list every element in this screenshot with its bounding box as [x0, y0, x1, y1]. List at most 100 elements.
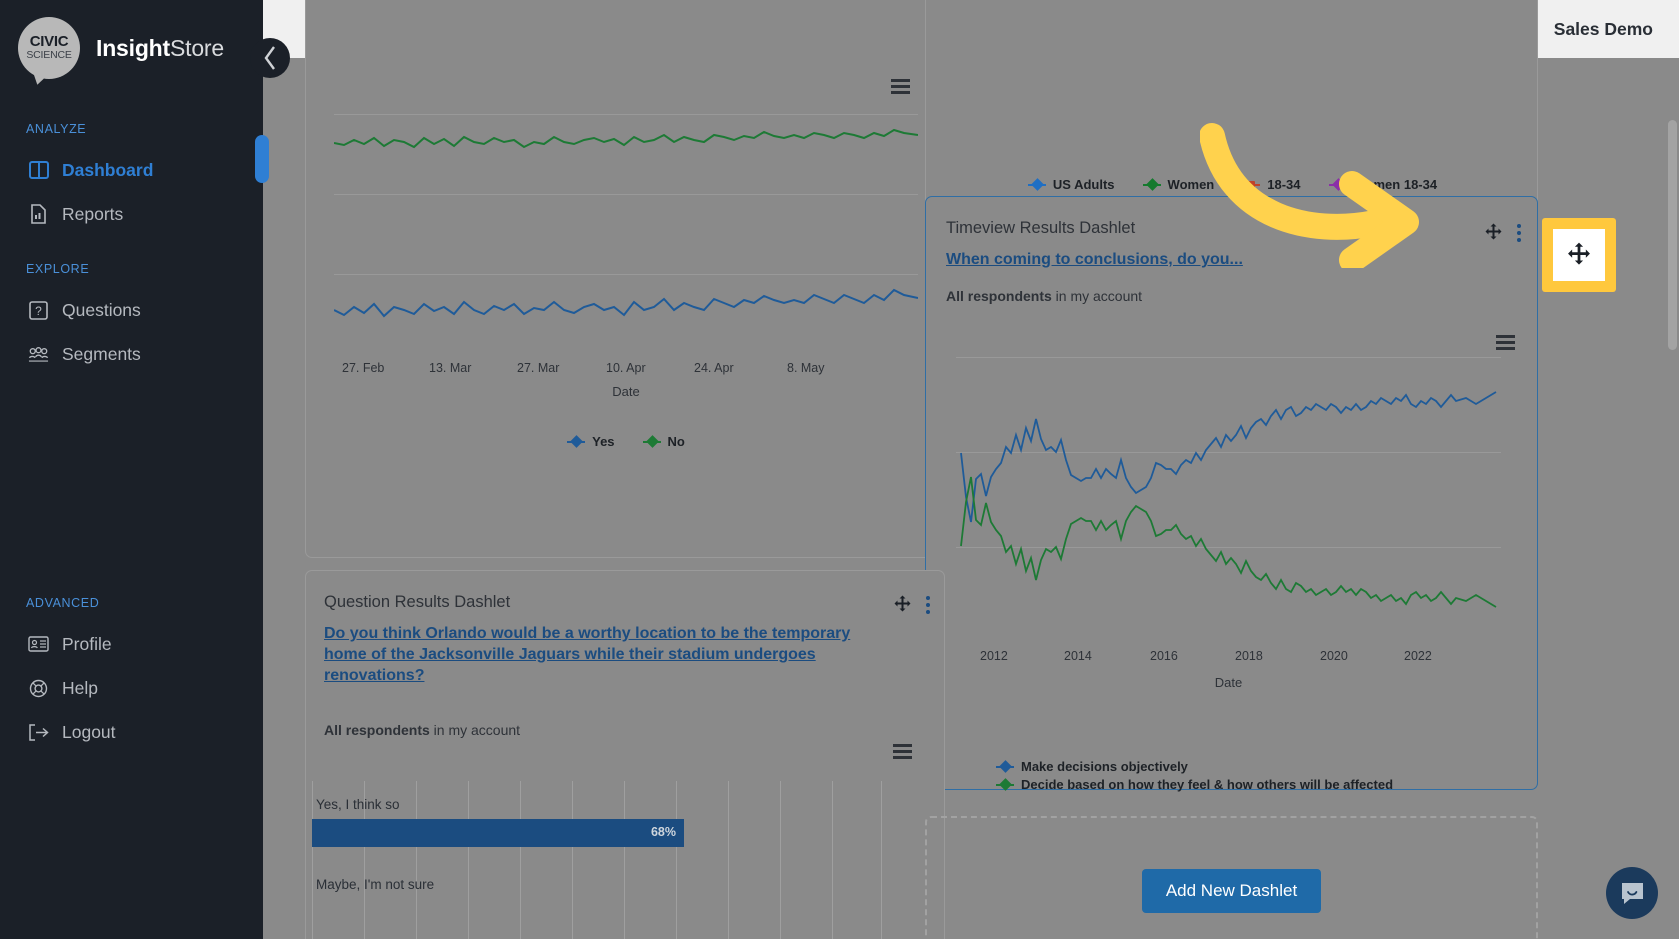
chart-context-menu-button[interactable]: [891, 79, 910, 94]
dashlet-title: Question Results Dashlet: [324, 593, 511, 611]
move-drag-icon[interactable]: [1566, 242, 1592, 268]
civicscience-logo-icon: CIVIC SCIENCE: [18, 17, 80, 79]
x-tick: 2018: [1235, 649, 1263, 663]
x-tick: 27. Feb: [342, 361, 385, 375]
top-left-chart-legend: Yes No: [334, 434, 918, 449]
question-box-icon: ?: [28, 300, 49, 321]
audience-bold: All respondents: [946, 288, 1052, 304]
chat-launcher-button[interactable]: [1606, 867, 1658, 919]
x-tick: 8. May: [787, 361, 825, 375]
sidebar-advanced-group: ADVANCED Profile Help Logout: [0, 596, 263, 754]
x-axis-label: Date: [1214, 675, 1243, 690]
x-axis-label: Date: [612, 384, 640, 399]
timeview-chart-lines: [960, 391, 1497, 608]
add-dashlet-dropzone[interactable]: Add New Dashlet: [925, 816, 1538, 939]
legend-item[interactable]: Yes: [567, 434, 615, 449]
brand-title-rest: Store: [169, 34, 224, 61]
svg-text:?: ?: [35, 304, 42, 318]
x-tick: 24. Apr: [694, 361, 734, 375]
x-tick: 2022: [1404, 649, 1432, 663]
audience-rest: in my account: [429, 722, 521, 738]
top-left-x-ticks: 27. Feb 13. Mar 27. Mar 10. Apr 24. Apr …: [334, 361, 918, 381]
sidebar-item-label: Logout: [62, 721, 116, 742]
legend-label: Women 18-34: [1353, 177, 1438, 192]
add-new-dashlet-button[interactable]: Add New Dashlet: [1141, 869, 1322, 913]
sidebar-item-questions[interactable]: ? Questions: [0, 288, 263, 332]
x-tick: 10. Apr: [606, 361, 646, 375]
bar[interactable]: 68%: [312, 819, 684, 847]
brand[interactable]: CIVIC SCIENCE InsightStore: [0, 0, 263, 96]
dashboard-main: 27. Feb 13. Mar 27. Mar 10. Apr 24. Apr …: [263, 0, 1679, 939]
sidebar-item-label: Profile: [62, 633, 112, 654]
timeview-chart-legend: Make decisions objectively Decide based …: [926, 759, 1539, 792]
legend-marker: [996, 780, 1014, 790]
id-card-icon: [28, 634, 49, 655]
vertical-scrollbar[interactable]: [1668, 120, 1677, 350]
move-drag-icon[interactable]: [893, 595, 912, 614]
logo-line-2: SCIENCE: [26, 49, 72, 61]
legend-item[interactable]: Women 18-34: [1328, 177, 1438, 192]
dashlet-audience: All respondents in my account: [946, 288, 1142, 304]
legend-label: Decide based on how they feel & how othe…: [1021, 777, 1394, 792]
sidebar-collapse-button[interactable]: [250, 38, 290, 78]
top-right-chart-legend: US Adults Women 18-34 Women 18-34: [926, 177, 1539, 192]
x-tick: 13. Mar: [429, 361, 472, 375]
legend-item[interactable]: Women: [1142, 177, 1214, 192]
dashlet-header-actions: [893, 595, 930, 614]
dashlet-top-left: 27. Feb 13. Mar 27. Mar 10. Apr 24. Apr …: [305, 0, 945, 558]
sidebar-item-label: Reports: [62, 203, 124, 224]
vertical-dots-icon[interactable]: [926, 595, 930, 614]
logo-line-1: CIVIC: [29, 33, 69, 50]
sidebar-item-logout[interactable]: Logout: [0, 710, 263, 754]
sidebar-item-label: Help: [62, 677, 98, 698]
sidebar-item-dashboard[interactable]: Dashboard: [0, 148, 263, 192]
sidebar-section-explore: EXPLORE: [26, 262, 90, 276]
dashlet-question-results: Question Results Dashlet Do you think Or…: [305, 570, 945, 939]
sidebar-item-segments[interactable]: Segments: [0, 332, 263, 376]
bar-category-label: Yes, I think so: [316, 797, 400, 812]
legend-label: 18-34: [1267, 177, 1301, 192]
x-tick: 2020: [1320, 649, 1348, 663]
highlight-inner: [1553, 229, 1605, 281]
top-left-chart-plot: [334, 114, 918, 354]
audience-rest: in my account: [1051, 288, 1143, 304]
sidebar-item-label: Dashboard: [62, 159, 154, 180]
dashboard-icon: [28, 160, 49, 181]
legend-label: Yes: [592, 434, 615, 449]
chart-context-menu-button[interactable]: [893, 744, 912, 759]
active-nav-indicator: [255, 135, 269, 183]
x-tick: 2012: [980, 649, 1008, 663]
sidebar-item-reports[interactable]: Reports: [0, 192, 263, 236]
legend-item[interactable]: 18-34: [1242, 177, 1301, 192]
brand-title-bold: Insight: [96, 34, 170, 61]
legend-marker: [642, 437, 661, 447]
legend-marker: [1242, 180, 1261, 190]
highlight-annotation: [1542, 218, 1616, 292]
move-drag-icon[interactable]: [1484, 223, 1503, 242]
legend-item[interactable]: Make decisions objectively: [996, 759, 1188, 774]
sidebar-section-advanced: ADVANCED: [26, 596, 100, 610]
bar-value-label: 68%: [650, 825, 676, 839]
vertical-dots-icon[interactable]: [1517, 223, 1521, 242]
dashlet-audience: All respondents in my account: [324, 722, 520, 738]
sidebar-item-help[interactable]: Help: [0, 666, 263, 710]
legend-marker: [567, 437, 586, 447]
account-name[interactable]: Sales Demo: [1528, 0, 1679, 58]
chevron-left-icon: [264, 46, 275, 70]
chart-context-menu-button[interactable]: [1496, 335, 1515, 350]
people-group-icon: [28, 344, 49, 365]
sidebar-section-analyze: ANALYZE: [26, 122, 87, 136]
legend-item[interactable]: Decide based on how they feel & how othe…: [996, 777, 1393, 792]
legend-item[interactable]: US Adults: [1027, 177, 1115, 192]
x-tick: 2016: [1150, 649, 1178, 663]
x-tick: 27. Mar: [517, 361, 560, 375]
sidebar-item-label: Questions: [62, 299, 141, 320]
dashlet-question-link[interactable]: When coming to conclusions, do you...: [946, 249, 1466, 270]
report-document-icon: [28, 204, 49, 225]
sidebar-item-profile[interactable]: Profile: [0, 622, 263, 666]
sidebar: CIVIC SCIENCE InsightStore ANALYZE Dashb…: [0, 0, 263, 939]
top-left-chart-lines: [334, 128, 918, 318]
chat-bubble-icon: [1621, 882, 1643, 904]
legend-item[interactable]: No: [642, 434, 685, 449]
dashlet-question-link[interactable]: Do you think Orlando would be a worthy l…: [324, 623, 884, 686]
